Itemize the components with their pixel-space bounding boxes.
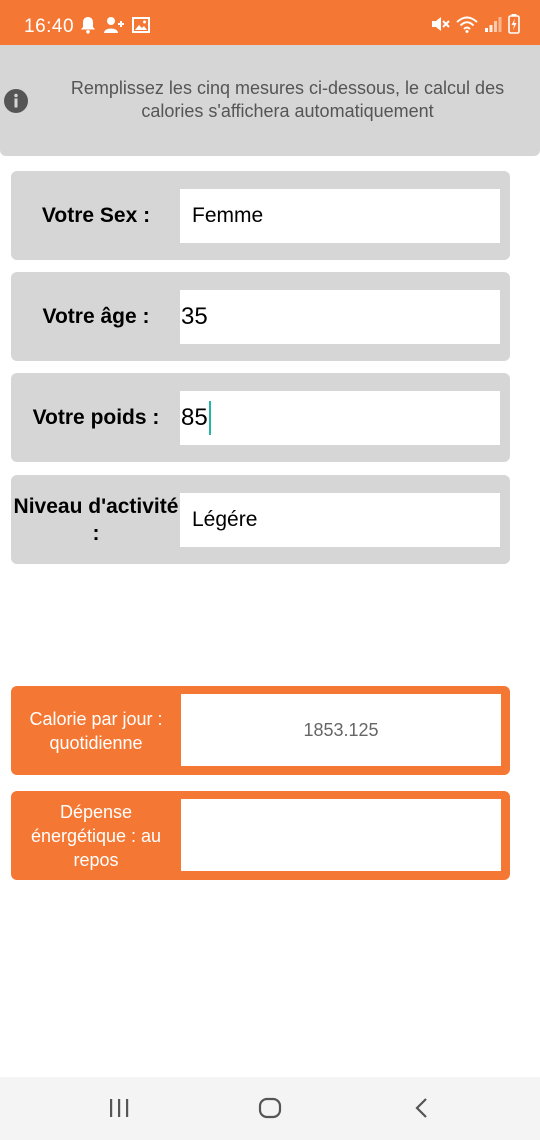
signal-icon (484, 15, 502, 38)
age-card: Votre âge : 35 (11, 272, 510, 361)
back-icon (415, 1098, 427, 1118)
activity-value: Légére (192, 508, 258, 531)
mute-icon (430, 15, 450, 38)
info-icon (4, 89, 28, 113)
resting-energy-label: Dépense énergétique : au repos (30, 801, 162, 870)
person-add-icon (104, 16, 124, 39)
weight-input[interactable]: 85 (180, 391, 500, 445)
status-bar: 16:40 (0, 0, 540, 45)
age-input[interactable]: 35 (180, 290, 500, 344)
home-button[interactable] (255, 1095, 285, 1121)
resting-energy-output (181, 799, 501, 871)
daily-calorie-value: 1853.125 (303, 719, 379, 740)
home-icon (258, 1097, 282, 1119)
info-banner: Remplissez les cinq mesures ci-dessous, … (0, 45, 540, 156)
status-notification-icons (80, 15, 150, 39)
activity-label: Niveau d'activité : (13, 494, 179, 545)
resting-energy-card: Dépense énergétique : au repos (11, 791, 510, 880)
navigation-bar (0, 1077, 540, 1140)
wifi-icon (456, 15, 478, 38)
age-label: Votre âge : (42, 305, 150, 328)
activity-dropdown[interactable]: Légére (180, 493, 500, 547)
activity-card: Niveau d'activité : Légére (11, 475, 510, 564)
info-text: Remplissez les cinq mesures ci-dessous, … (70, 78, 505, 121)
weight-label: Votre poids : (32, 406, 160, 429)
sex-value: Femme (192, 204, 264, 227)
bell-icon (80, 16, 96, 39)
image-icon (132, 16, 150, 38)
daily-calorie-card: Calorie par jour : quotidienne 1853.125 (11, 686, 510, 775)
daily-calorie-label: Calorie par jour : quotidienne (29, 708, 163, 753)
recent-apps-button[interactable] (104, 1095, 134, 1121)
battery-charging-icon (508, 13, 520, 39)
status-system-icons (430, 13, 520, 39)
sex-label: Votre Sex : (41, 204, 151, 227)
back-button[interactable] (407, 1095, 437, 1121)
weight-card: Votre poids : 85 (11, 373, 510, 462)
recent-apps-icon (110, 1099, 129, 1117)
sex-card: Votre Sex : Femme (11, 171, 510, 260)
daily-calorie-output: 1853.125 (181, 694, 501, 766)
sex-dropdown[interactable]: Femme (180, 189, 500, 243)
age-value: 35 (181, 303, 208, 330)
weight-value: 85 (181, 404, 208, 431)
status-time: 16:40 (24, 16, 75, 37)
text-cursor (208, 401, 211, 435)
